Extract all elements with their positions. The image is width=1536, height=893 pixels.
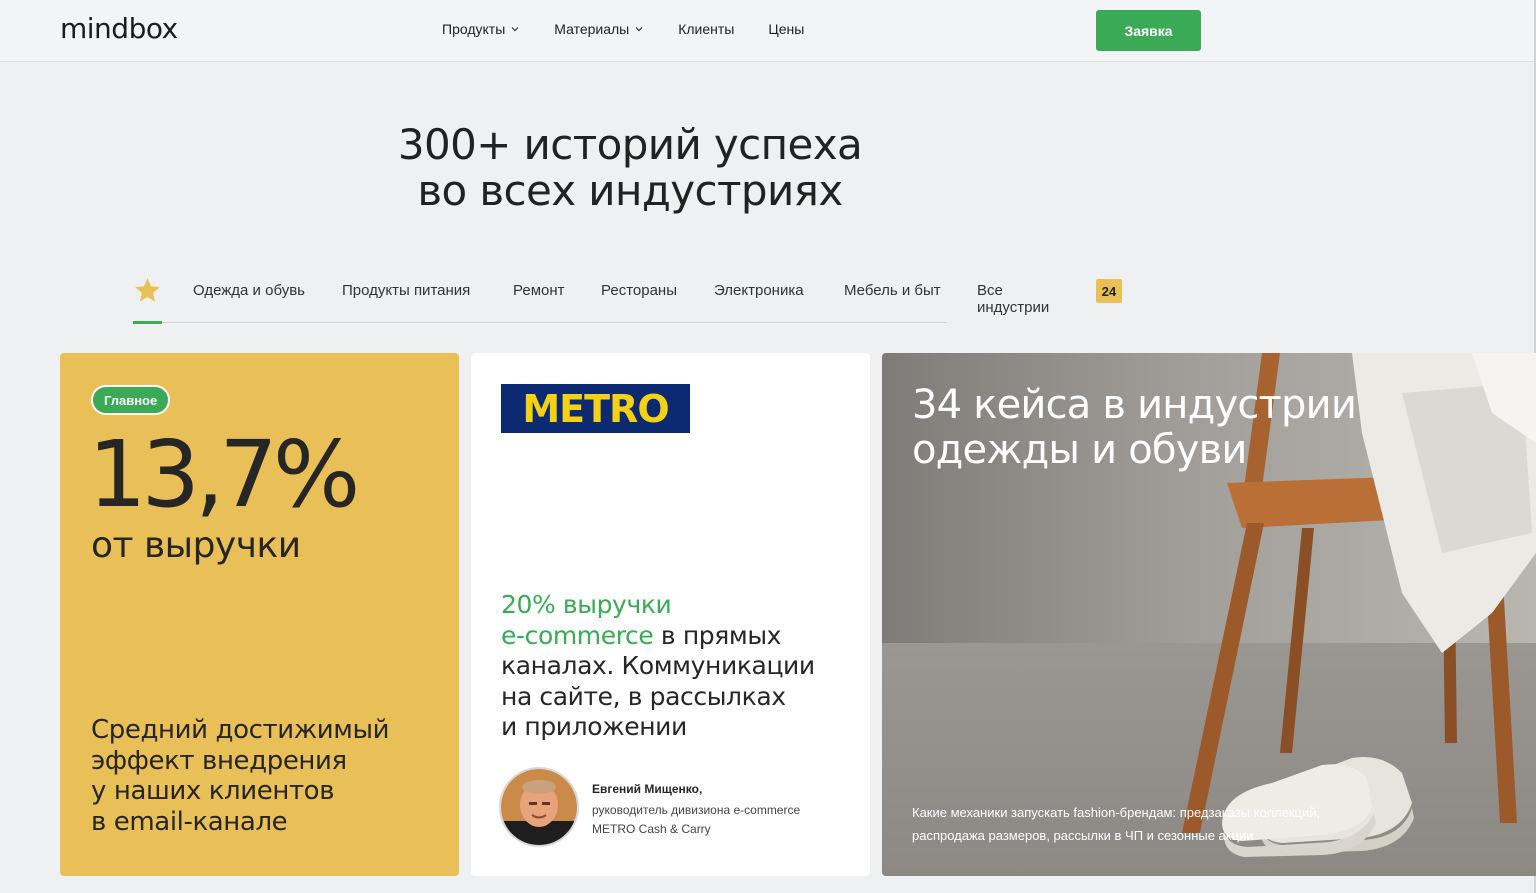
quote-highlight: 20% выручки bbox=[501, 590, 672, 619]
metro-logo-text: METRO bbox=[522, 386, 669, 431]
collection-description: Какие механики запускать fashion-брендам… bbox=[912, 801, 1392, 847]
author-role-line: METRO Cash & Carry bbox=[592, 822, 711, 836]
quote-highlight: e-commerce bbox=[501, 620, 654, 650]
chevron-down-icon bbox=[511, 27, 519, 32]
industries-count-badge: 24 bbox=[1096, 279, 1122, 303]
featured-badge: Главное bbox=[91, 385, 171, 415]
stat-description: Средний достижимый эффект внедрения у на… bbox=[91, 715, 421, 837]
collection-description-line: Какие механики запускать fashion-брендам… bbox=[912, 805, 1321, 820]
mindbox-logo[interactable]: mindbox bbox=[60, 12, 178, 45]
nav-item-label: Материалы bbox=[554, 21, 630, 37]
nav-item-products[interactable]: Продукты bbox=[442, 21, 520, 37]
author-role: руководитель дивизиона e-commerce METRO … bbox=[592, 801, 832, 839]
tab-furniture[interactable]: Мебель и быт bbox=[844, 282, 941, 299]
author-avatar bbox=[499, 767, 579, 847]
nav-item-label: Продукты bbox=[442, 21, 506, 37]
stat-description-line: эффект внедрения bbox=[91, 745, 347, 776]
page-title-line: 300+ историй успеха bbox=[397, 120, 863, 169]
stat-description-line: в email-канале bbox=[91, 806, 288, 837]
tab-food[interactable]: Продукты питания bbox=[342, 282, 470, 299]
nav-item-label: Цены bbox=[768, 21, 805, 37]
star-icon bbox=[135, 278, 160, 302]
nav-item-materials[interactable]: Материалы bbox=[554, 21, 644, 37]
quote-text: и приложении bbox=[501, 712, 687, 741]
tab-all-industries[interactable]: Все индустрии bbox=[977, 282, 1049, 316]
main-stat-card[interactable]: Главное 13,7% от выручки Средний достижи… bbox=[60, 353, 459, 876]
main-nav: Продукты Материалы Клиенты Цены bbox=[442, 21, 804, 37]
collection-title-line: 34 кейса в индустрии bbox=[912, 382, 1357, 428]
page-title-line: во всех индустриях bbox=[417, 166, 843, 215]
page-title: 300+ историй успеха во всех индустриях bbox=[330, 122, 930, 214]
tab-repair[interactable]: Ремонт bbox=[513, 282, 565, 299]
industry-tabs: Одежда и обувь Продукты питания Ремонт Р… bbox=[133, 274, 1122, 324]
collection-title: 34 кейса в индустрии одежды и обуви bbox=[912, 383, 1432, 473]
top-navigation-bar: mindbox Продукты Материалы Клиенты Цены … bbox=[0, 0, 1536, 62]
quote-text: в прямых bbox=[653, 620, 782, 650]
author-name: Евгений Мищенко, bbox=[592, 782, 703, 796]
metro-logo: METRO bbox=[501, 384, 690, 433]
nav-item-clients[interactable]: Клиенты bbox=[678, 21, 734, 37]
tab-electronics[interactable]: Электроника bbox=[714, 282, 804, 299]
stat-value: 13,7% bbox=[88, 421, 360, 528]
stat-description-line: у наших клиентов bbox=[91, 776, 335, 806]
quote-text: на сайте, в рассылках bbox=[501, 681, 786, 711]
nav-item-prices[interactable]: Цены bbox=[768, 21, 804, 37]
nav-item-label: Клиенты bbox=[678, 21, 735, 37]
chevron-down-icon bbox=[635, 27, 643, 32]
stat-subtitle: от выручки bbox=[91, 525, 301, 566]
author-role-line: руководитель дивизиона e-commerce bbox=[592, 803, 801, 817]
tab-featured[interactable] bbox=[133, 274, 162, 324]
tab-clothing-shoes[interactable]: Одежда и обувь bbox=[193, 282, 305, 299]
metro-case-card[interactable]: METRO 20% выручки e-commerce в прямых ка… bbox=[471, 353, 870, 876]
collection-description-line: распродажа размеров, рассылки в ЧП и сез… bbox=[912, 828, 1254, 843]
tab-restaurants[interactable]: Рестораны bbox=[601, 282, 677, 299]
request-button[interactable]: Заявка bbox=[1096, 10, 1201, 51]
quote-text: каналах. Коммуникации bbox=[501, 651, 815, 680]
collection-title-line: одежды и обуви bbox=[912, 427, 1247, 473]
stat-description-line: Средний достижимый bbox=[91, 715, 390, 745]
industry-collection-card[interactable]: 34 кейса в индустрии одежды и обуви Каки… bbox=[882, 353, 1536, 876]
case-quote: 20% выручки e-commerce в прямых каналах.… bbox=[501, 590, 841, 743]
